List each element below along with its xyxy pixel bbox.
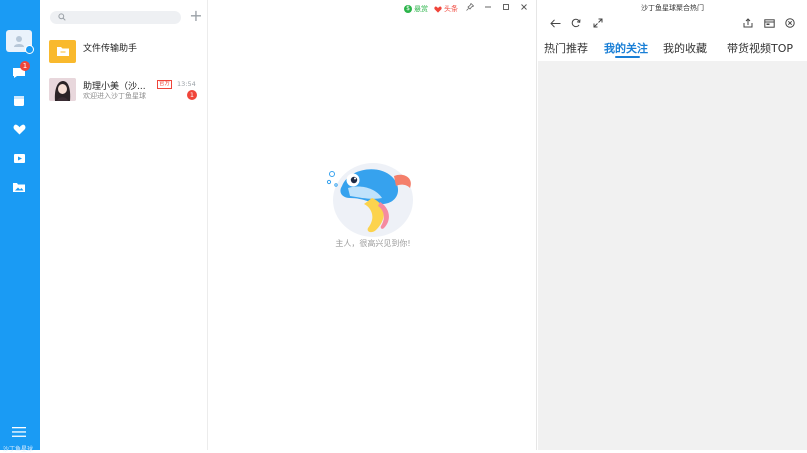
tab-hot-recommend[interactable]: 热门推荐 bbox=[544, 40, 588, 56]
window-icon[interactable] bbox=[762, 16, 776, 30]
rail-item-contacts[interactable] bbox=[11, 94, 27, 108]
panel-title: 沙丁鱼星球聚合热门 bbox=[641, 4, 704, 12]
fish-mascot-icon bbox=[326, 163, 413, 237]
expand-icon[interactable] bbox=[591, 16, 605, 30]
user-icon bbox=[14, 36, 24, 47]
window-controls: $ 悬赏 头条 bbox=[404, 2, 530, 15]
online-status-dot bbox=[25, 45, 34, 54]
welcome-message: 主人，很高兴见到你! bbox=[335, 239, 411, 248]
brand-label: 沙丁鱼星球 bbox=[3, 446, 34, 453]
rail-item-files[interactable] bbox=[11, 180, 27, 194]
tab-my-favorites[interactable]: 我的收藏 bbox=[663, 40, 707, 56]
add-icon[interactable]: + bbox=[189, 8, 203, 24]
headline-button[interactable]: 头条 bbox=[434, 4, 458, 14]
headline-label: 头条 bbox=[444, 5, 458, 13]
file-transfer-avatar bbox=[49, 40, 76, 63]
heart-icon bbox=[13, 124, 25, 134]
official-tag: 官方 bbox=[157, 80, 173, 89]
close-icon[interactable] bbox=[518, 3, 530, 15]
search-icon bbox=[58, 13, 66, 21]
close-panel-icon[interactable] bbox=[783, 16, 797, 30]
panel-header: 沙丁鱼星球聚合热门 热门推荐 我的关注 我的收藏 带货视频TOP bbox=[538, 0, 807, 61]
rail-item-video[interactable] bbox=[11, 151, 27, 165]
minimize-icon[interactable] bbox=[482, 3, 494, 15]
reward-button[interactable]: $ 悬赏 bbox=[404, 4, 428, 14]
maximize-icon[interactable] bbox=[500, 3, 512, 15]
search-input[interactable] bbox=[50, 11, 181, 24]
conversation-list: + 文件传输助手 助理小美（沙... 官方 13:54 欢迎进入沙丁鱼星球 1 bbox=[40, 0, 208, 450]
pin-icon[interactable] bbox=[464, 2, 476, 15]
assistant-avatar bbox=[49, 78, 76, 101]
user-avatar[interactable] bbox=[6, 30, 34, 54]
unread-badge: 1 bbox=[187, 90, 197, 100]
reward-label: 悬赏 bbox=[414, 5, 428, 13]
folder-icon bbox=[56, 47, 69, 56]
heart-icon bbox=[434, 6, 442, 13]
conversation-item[interactable]: 文件传输助手 bbox=[40, 40, 208, 74]
conversation-name: 文件传输助手 bbox=[83, 44, 138, 54]
rail-item-favorites[interactable] bbox=[11, 122, 27, 136]
tab-sales-video-top[interactable]: 带货视频TOP bbox=[727, 40, 793, 56]
hot-feed-panel: 沙丁鱼星球聚合热门 热门推荐 我的关注 我的收藏 带货视频TOP bbox=[538, 0, 807, 450]
left-rail: 1 沙丁鱼星球 bbox=[0, 0, 40, 453]
back-icon[interactable] bbox=[548, 16, 562, 30]
conversation-item[interactable]: 助理小美（沙... 官方 13:54 欢迎进入沙丁鱼星球 1 bbox=[40, 78, 208, 112]
girl-avatar-icon bbox=[49, 78, 76, 101]
chat-unread-badge: 1 bbox=[20, 61, 30, 71]
active-tab-indicator bbox=[615, 56, 640, 58]
menu-icon[interactable] bbox=[12, 427, 26, 437]
conversation-preview: 欢迎进入沙丁鱼星球 bbox=[83, 92, 146, 100]
conversation-time: 13:54 bbox=[177, 80, 196, 88]
refresh-icon[interactable] bbox=[569, 16, 583, 30]
coin-icon: $ bbox=[404, 5, 412, 13]
chat-area: $ 悬赏 头条 主人，很高兴见到你! bbox=[209, 0, 537, 450]
contacts-card-icon bbox=[14, 96, 24, 106]
folder-image-icon bbox=[13, 183, 25, 192]
video-icon bbox=[13, 154, 25, 163]
panel-tabs: 热门推荐 我的关注 我的收藏 带货视频TOP bbox=[538, 40, 807, 59]
share-icon[interactable] bbox=[741, 16, 755, 30]
tab-my-follows[interactable]: 我的关注 bbox=[604, 40, 648, 56]
